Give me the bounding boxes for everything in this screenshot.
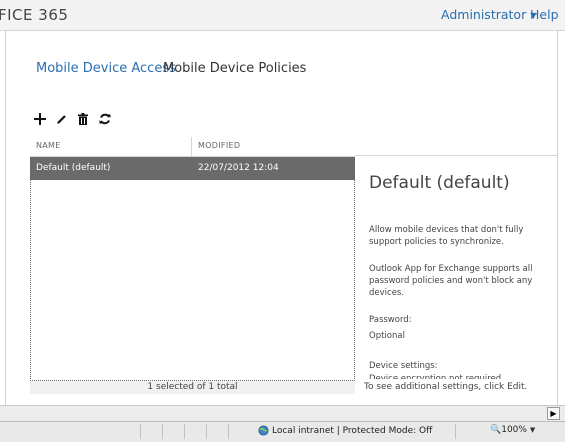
nav-mobile-device-policies: Mobile Device Policies [163, 61, 307, 76]
column-modified[interactable]: MODIFIED [198, 141, 240, 150]
zoom-icon: 🔍 [490, 425, 502, 435]
app-title: FICE 365 [0, 6, 69, 24]
globe-icon [258, 425, 269, 436]
edit-tip: To see additional settings, click Edit. [364, 382, 528, 392]
chevron-down-icon: ▼ [529, 426, 536, 434]
horizontal-scrollbar[interactable]: ▶ [0, 405, 565, 422]
nav-mobile-device-access[interactable]: Mobile Device Access [36, 61, 176, 76]
scroll-right-icon[interactable]: ▶ [547, 407, 560, 420]
status-segment [206, 424, 228, 439]
zoom-level: 100% [501, 425, 527, 435]
details-outlook-note: Outlook App for Exchange supports all pa… [369, 264, 533, 298]
row-modified: 22/07/2012 12:04 [198, 163, 279, 173]
zoom-control[interactable]: 🔍100% ▼ [490, 425, 535, 435]
status-segment [140, 424, 162, 439]
row-name: Default (default) [36, 163, 111, 173]
details-title: Default (default) [369, 173, 510, 193]
column-name[interactable]: NAME [36, 141, 61, 150]
selection-count: 1 selected of 1 total [30, 381, 355, 394]
device-encryption-value: Device encryption not required [369, 374, 502, 379]
details-description: Allow mobile devices that don't fully su… [369, 225, 524, 247]
status-segment [184, 424, 206, 439]
device-settings-label: Device settings: [369, 361, 438, 371]
security-zone-label: Local intranet | Protected Mode: Off [272, 426, 433, 436]
security-zone[interactable]: Local intranet | Protected Mode: Off [258, 425, 432, 436]
browser-status-bar: Local intranet | Protected Mode: Off 🔍10… [0, 421, 565, 442]
status-segment [455, 424, 491, 439]
edit-icon[interactable] [55, 112, 69, 126]
delete-icon[interactable] [76, 112, 90, 126]
frame-border [5, 30, 6, 405]
user-menu-label: Administrator [441, 7, 527, 22]
password-label: Password: [369, 315, 412, 325]
table-row[interactable]: Default (default) 22/07/2012 12:04 [30, 157, 355, 180]
status-segment [228, 424, 254, 439]
refresh-icon[interactable] [98, 112, 112, 126]
details-divider [355, 155, 558, 156]
user-menu[interactable]: Administrator ▼ [441, 7, 536, 22]
column-divider [191, 137, 192, 156]
top-bar: FICE 365 Administrator ▼ Help [0, 0, 565, 31]
password-value: Optional [369, 331, 405, 341]
status-segment [162, 424, 184, 439]
add-icon[interactable] [33, 112, 47, 126]
frame-border [557, 30, 558, 405]
table-header: NAME MODIFIED [30, 137, 355, 157]
help-link[interactable]: Help [530, 7, 559, 22]
